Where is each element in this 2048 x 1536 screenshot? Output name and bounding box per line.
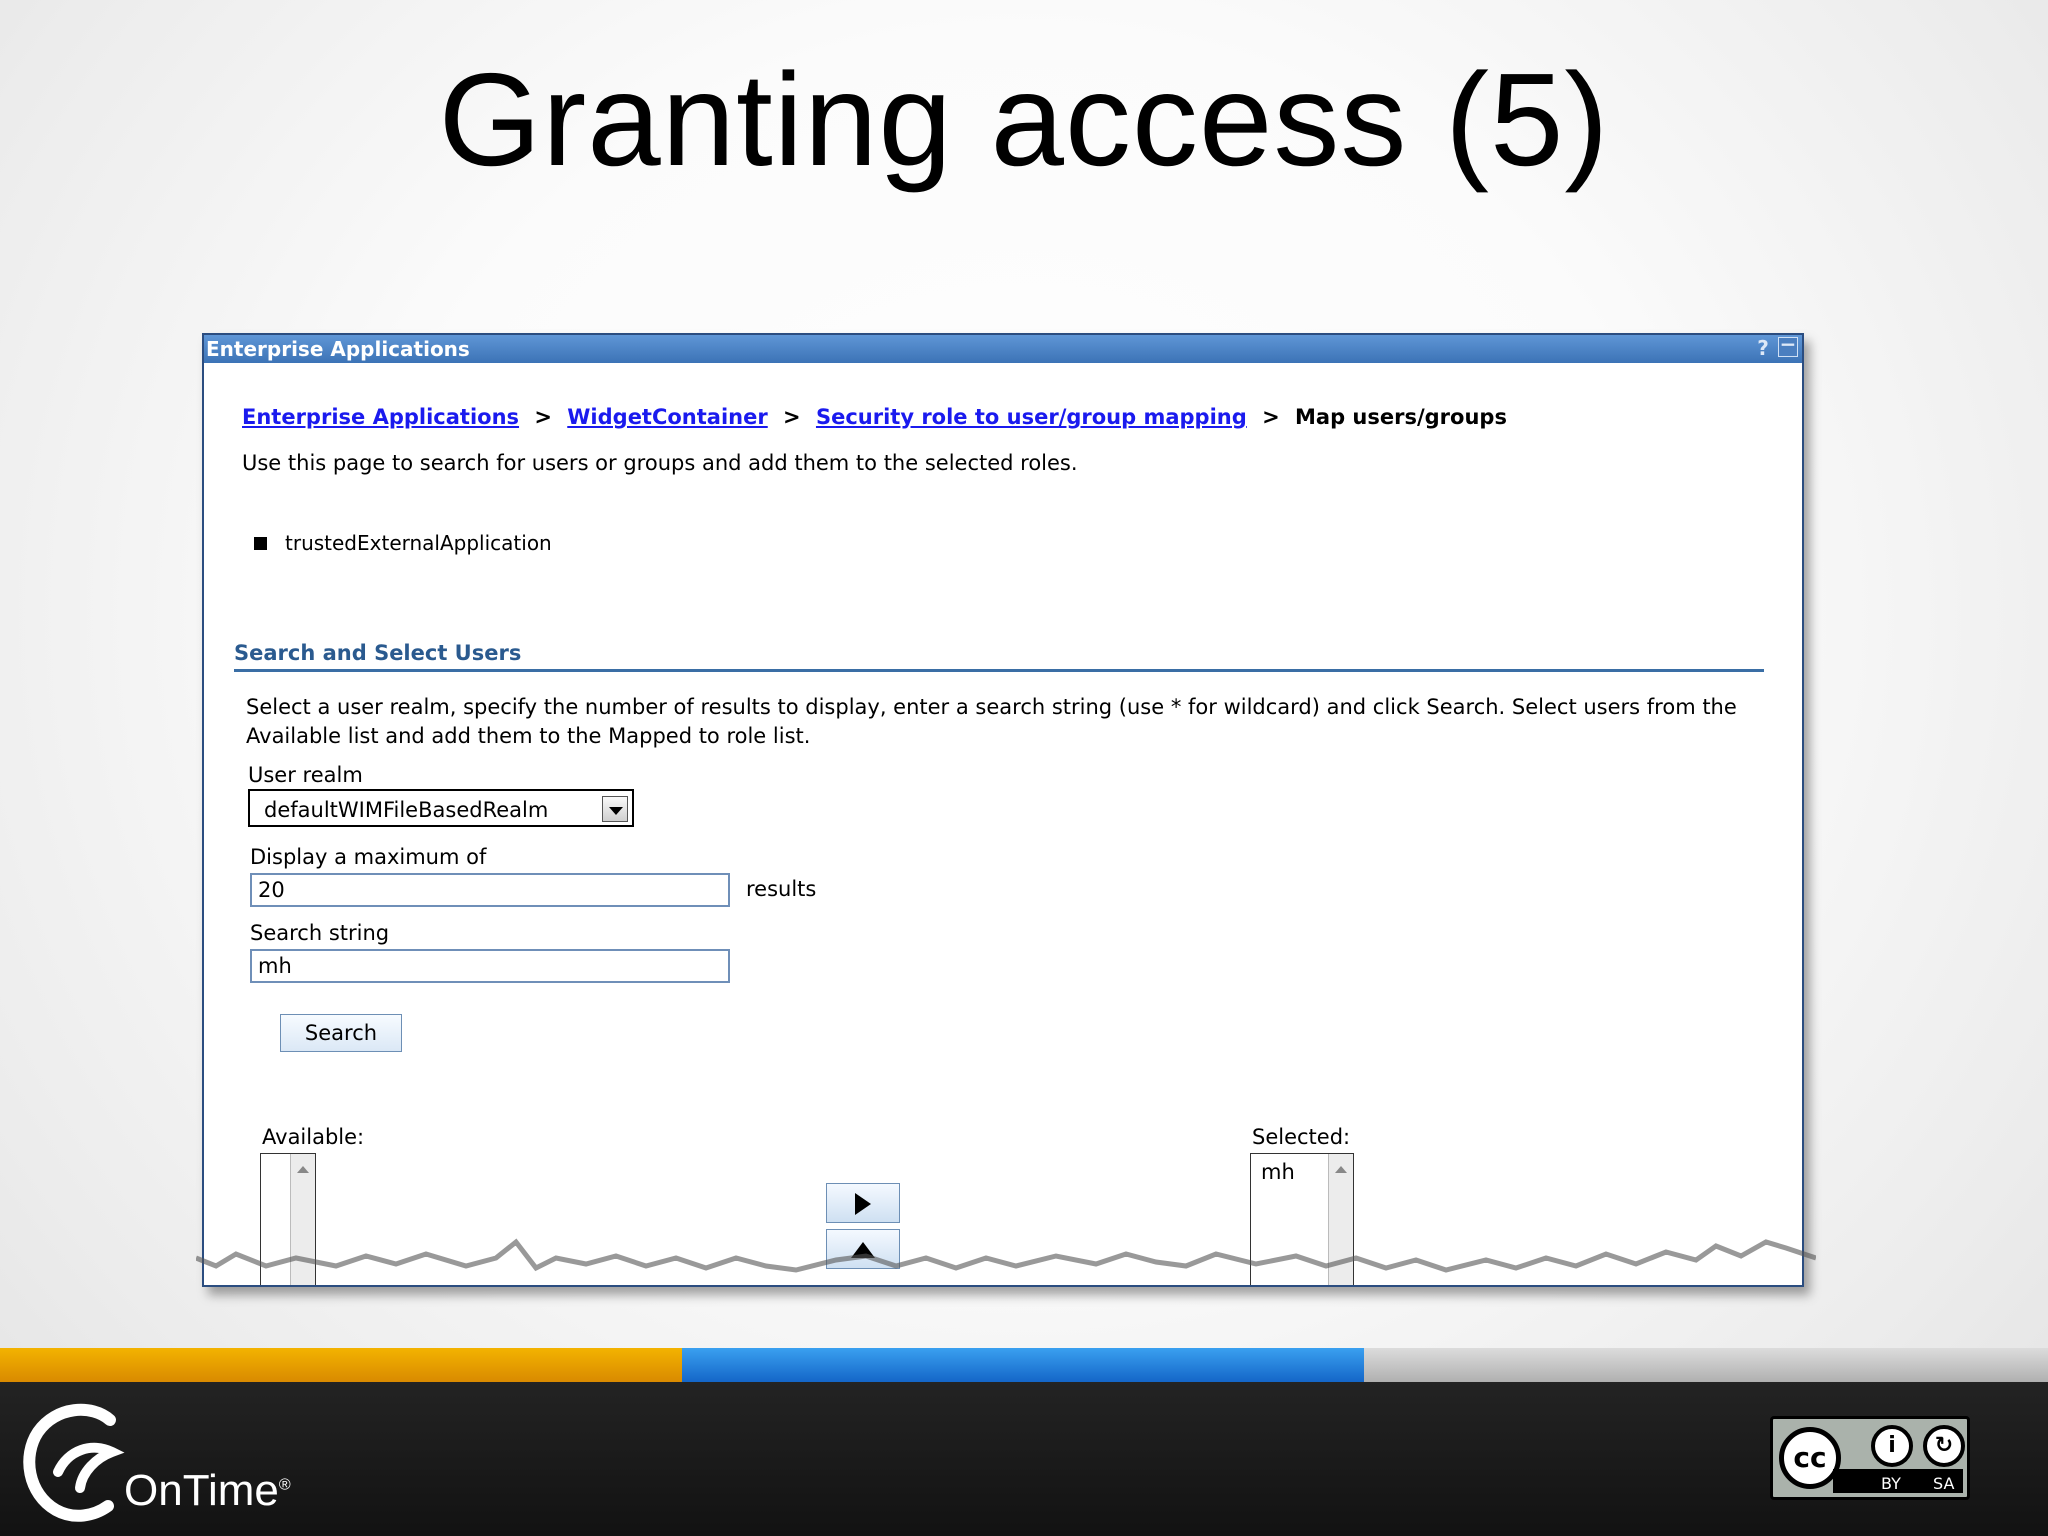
breadcrumb-link-enterprise-applications[interactable]: Enterprise Applications: [242, 405, 519, 429]
cc-license-badge: cc i ↻ BY SA: [1770, 1416, 1970, 1500]
license-by-label: BY: [1881, 1474, 1901, 1493]
page-description: Use this page to search for users or gro…: [242, 451, 1078, 475]
minimize-icon[interactable]: −: [1778, 335, 1798, 357]
torn-edge: [196, 1238, 1816, 1273]
ontime-logo-icon: [23, 1403, 125, 1522]
breadcrumb-separator: >: [534, 405, 552, 429]
license-sa-label: SA: [1933, 1474, 1955, 1493]
bullet-icon: [254, 536, 267, 550]
attribution-icon: i: [1871, 1425, 1913, 1467]
footer-bar: [0, 1382, 2048, 1536]
selected-label: Selected:: [1252, 1125, 1351, 1149]
results-label: results: [746, 877, 817, 901]
search-string-label: Search string: [250, 921, 390, 945]
breadcrumb-current: Map users/groups: [1295, 405, 1507, 429]
breadcrumb-link-widgetcontainer[interactable]: WidgetContainer: [567, 405, 767, 429]
move-right-icon[interactable]: [826, 1183, 900, 1223]
max-results-input[interactable]: [250, 873, 730, 907]
section-title: Search and Select Users: [234, 641, 522, 665]
instructions-text: Select a user realm, specify the number …: [246, 695, 1737, 748]
user-realm-select[interactable]: defaultWIMFileBasedRealm: [248, 789, 634, 827]
available-label: Available:: [262, 1125, 365, 1149]
panel-header: Enterprise Applications ? −: [204, 335, 1802, 363]
breadcrumb-link-security-role-mapping[interactable]: Security role to user/group mapping: [816, 405, 1247, 429]
enterprise-applications-panel: Enterprise Applications ? − Enterprise A…: [202, 333, 1804, 1287]
breadcrumb-separator: >: [783, 405, 801, 429]
breadcrumb-separator: >: [1262, 405, 1280, 429]
dropdown-arrow-icon[interactable]: [602, 796, 628, 822]
help-icon[interactable]: ?: [1752, 337, 1774, 359]
user-realm-label: User realm: [248, 763, 363, 787]
breadcrumb: Enterprise Applications > WidgetContaine…: [242, 405, 1507, 429]
user-realm-value: defaultWIMFileBasedRealm: [264, 798, 549, 822]
stripe-gray: [1364, 1348, 2048, 1382]
list-item[interactable]: mh: [1261, 1160, 1295, 1184]
share-alike-icon: ↻: [1923, 1425, 1965, 1467]
cc-icon: cc: [1779, 1427, 1841, 1489]
slide-title: Granting access (5): [438, 46, 1610, 193]
search-string-input[interactable]: [250, 949, 730, 983]
stripe-orange: [0, 1348, 682, 1382]
panel-title: Enterprise Applications: [206, 337, 470, 361]
stripe-blue: [682, 1348, 1364, 1382]
search-button[interactable]: Search: [280, 1014, 402, 1052]
logo-text: OnTime®: [124, 1466, 291, 1515]
max-results-label: Display a maximum of: [250, 845, 487, 869]
section-divider: [234, 669, 1764, 672]
role-name: trustedExternalApplication: [285, 531, 552, 555]
selected-role: trustedExternalApplication: [254, 531, 552, 555]
